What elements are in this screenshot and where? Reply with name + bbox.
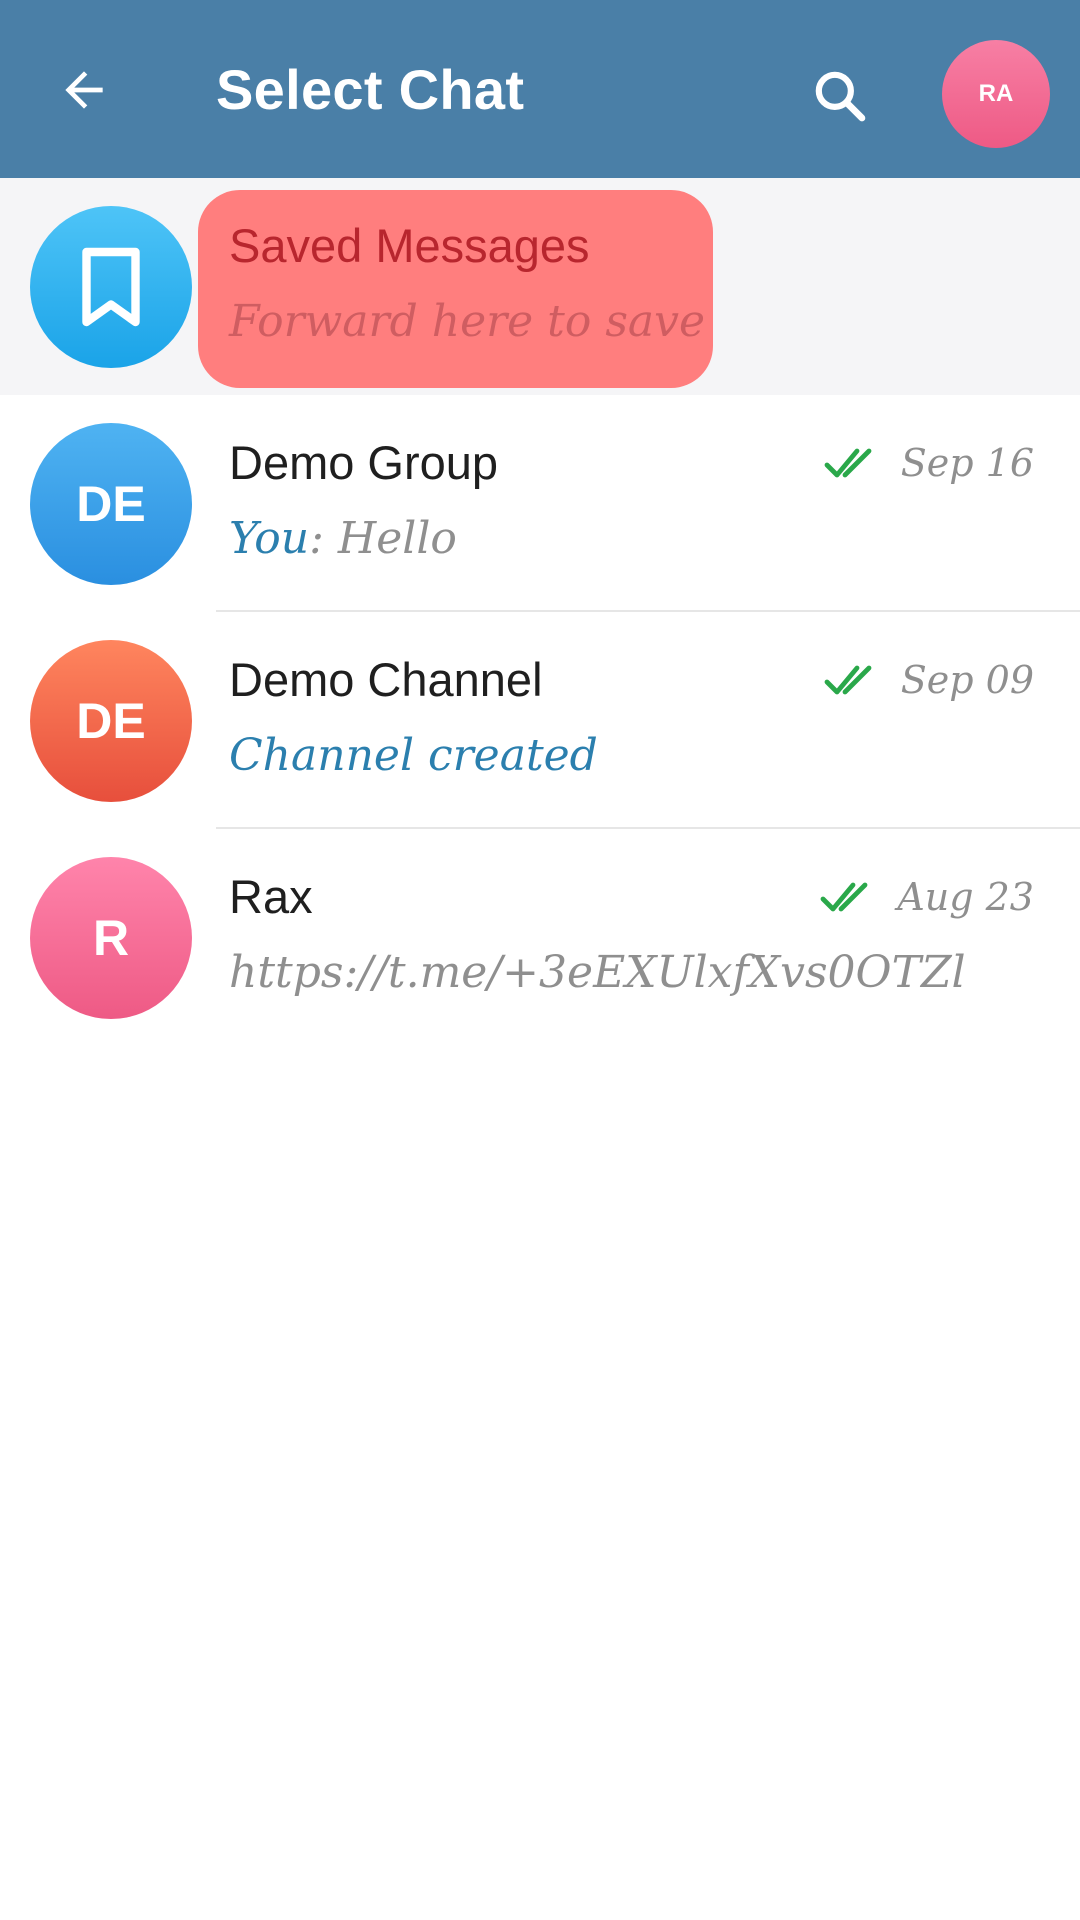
chat-meta: Sep 16 <box>823 441 1034 485</box>
back-button[interactable] <box>44 50 124 130</box>
chat-name: Demo Channel <box>229 653 543 706</box>
chat-item-demo-group[interactable]: DE Demo Group Sep 16 You: Hello <box>0 395 1080 612</box>
chat-name: Demo Group <box>229 436 499 489</box>
preview-text: Hello <box>337 513 457 564</box>
page-title: Select Chat <box>216 58 525 121</box>
chat-preview: https://t.me/+3eEXUlxfXvs0OTZl <box>229 947 966 998</box>
chat-date: Sep 16 <box>900 441 1034 485</box>
chat-name: Saved Messages <box>229 219 590 272</box>
search-icon <box>815 71 866 122</box>
chat-item-rax[interactable]: R Rax Aug 23 https://t.me/+3eEXUlxfXvs0O… <box>0 829 1080 1046</box>
chat-meta: Aug 23 <box>819 875 1034 919</box>
search-button[interactable] <box>800 56 880 136</box>
double-check-icon <box>824 665 872 695</box>
preview-sender: You <box>229 513 310 564</box>
chat-item-saved-messages[interactable]: Saved Messages Forward here to save <box>0 178 1080 395</box>
chat-meta: Sep 09 <box>823 658 1034 702</box>
chat-date: Aug 23 <box>897 875 1034 919</box>
chat-date: Sep 09 <box>900 658 1034 702</box>
chat-name: Rax <box>229 870 313 923</box>
bookmark-icon <box>82 247 140 327</box>
account-avatar[interactable]: RA <box>942 40 1050 148</box>
double-check-icon <box>824 448 872 478</box>
arrow-left-icon <box>65 71 103 109</box>
avatar: DE <box>30 640 192 802</box>
double-check-icon <box>820 882 868 912</box>
chat-preview: Channel created <box>229 730 598 781</box>
avatar: R <box>30 857 192 1019</box>
chat-item-demo-channel[interactable]: DE Demo Channel Sep 09 Channel created <box>0 612 1080 829</box>
chat-list: Saved Messages Forward here to save DE D… <box>0 178 1080 1046</box>
chat-preview: You: Hello <box>229 511 457 567</box>
avatar: DE <box>30 423 192 585</box>
app-header: Select Chat RA <box>0 0 1080 178</box>
chat-preview: Forward here to save <box>229 296 706 347</box>
avatar <box>30 206 192 368</box>
preview-separator: : <box>309 513 338 564</box>
